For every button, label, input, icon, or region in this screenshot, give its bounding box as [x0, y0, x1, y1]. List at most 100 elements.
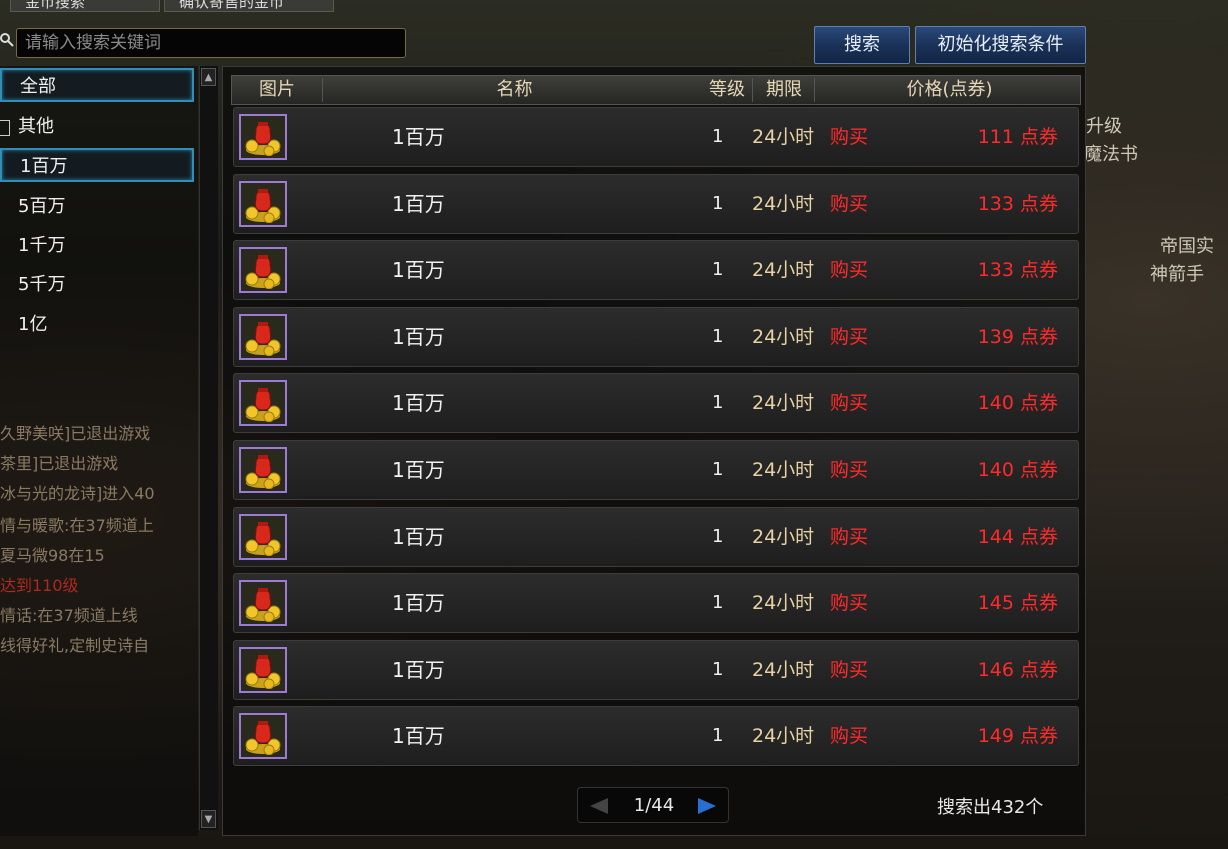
- table-row[interactable]: 1百万 1 24小时 购买 140 点券: [233, 373, 1079, 434]
- item-price: 149 点券: [978, 707, 1058, 765]
- table-row[interactable]: 1百万 1 24小时 购买 145 点券: [233, 573, 1079, 634]
- table-row[interactable]: 1百万 1 24小时 购买 146 点券: [233, 639, 1079, 700]
- header-divider: [752, 78, 753, 102]
- category-label: 1亿: [18, 314, 48, 335]
- result-count: 搜索出432个: [937, 797, 1044, 818]
- item-name: 1百万: [392, 724, 445, 749]
- item-level: 1: [712, 192, 724, 214]
- item-level: 1: [712, 392, 724, 414]
- item-period: 24小时: [752, 525, 815, 548]
- category-100m[interactable]: 1亿: [0, 308, 194, 342]
- buy-button[interactable]: 购买: [830, 308, 868, 366]
- price-unit: 点券: [1019, 658, 1058, 681]
- item-level: 1: [712, 592, 724, 614]
- category-10m[interactable]: 1千万: [0, 229, 194, 263]
- chat-line: 冰与光的龙诗]进入40: [0, 484, 155, 503]
- price-value: 145: [977, 592, 1014, 615]
- scroll-up-icon[interactable]: ▲: [201, 68, 216, 86]
- category-50m[interactable]: 5千万: [0, 268, 194, 302]
- category-other[interactable]: 其他: [0, 110, 194, 144]
- item-period: 24小时: [752, 192, 815, 215]
- header-image: 图片: [259, 79, 295, 100]
- item-price: 140 点券: [978, 374, 1058, 432]
- item-level: 1: [712, 725, 724, 747]
- price-value: 140: [977, 459, 1014, 481]
- top-bar: 金币搜索 确认寄售的金币: [0, 0, 1228, 14]
- gold-coin-bag-icon: [239, 247, 287, 294]
- item-level: 1: [712, 525, 724, 547]
- header-level: 等级: [709, 79, 745, 100]
- buy-button[interactable]: 购买: [830, 175, 868, 233]
- item-level: 1: [712, 658, 724, 680]
- table-row[interactable]: 1百万 1 24小时 购买 139 点券: [233, 306, 1079, 367]
- buy-button[interactable]: 购买: [830, 707, 868, 765]
- buy-button[interactable]: 购买: [830, 641, 868, 699]
- item-period: 24小时: [752, 592, 815, 615]
- item-price: 139 点券: [978, 308, 1058, 366]
- reset-search-button[interactable]: 初始化搜索条件: [915, 26, 1086, 64]
- item-name: 1百万: [392, 258, 445, 283]
- reset-search-button-label: 初始化搜索条件: [937, 34, 1064, 55]
- item-level: 1: [712, 126, 724, 147]
- buy-button[interactable]: 购买: [830, 441, 868, 499]
- item-name: 1百万: [392, 657, 445, 682]
- bg-text-empire: 帝国实: [1160, 236, 1214, 257]
- chat-line: 情话:在37频道上线: [0, 606, 138, 625]
- collapse-icon[interactable]: [0, 120, 10, 136]
- item-name: 1百万: [392, 524, 445, 549]
- scroll-down-icon[interactable]: ▼: [201, 810, 216, 828]
- category-scrollbar[interactable]: ▲ ▼: [199, 66, 218, 830]
- buy-button[interactable]: 购买: [830, 374, 868, 432]
- price-value: 133: [977, 192, 1014, 215]
- item-price: 133 点券: [978, 241, 1058, 299]
- tab-confirm-consignment[interactable]: 确认寄售的金币: [164, 0, 334, 12]
- item-price: 146 点券: [978, 641, 1058, 699]
- chat-line: 久野美咲]已退出游戏: [0, 424, 151, 443]
- item-period: 24小时: [752, 658, 815, 681]
- item-level: 1: [712, 459, 724, 480]
- item-price: 144 点券: [978, 508, 1058, 566]
- gold-coin-bag-icon: [239, 114, 287, 160]
- gold-coin-bag-icon: [239, 713, 287, 760]
- tab-gold-search[interactable]: 金币搜索: [10, 0, 160, 12]
- search-button[interactable]: 搜索: [814, 26, 910, 64]
- price-value: 133: [977, 259, 1014, 282]
- buy-button[interactable]: 购买: [830, 508, 868, 566]
- price-value: 139: [977, 325, 1014, 348]
- buy-button[interactable]: 购买: [830, 574, 868, 632]
- category-all[interactable]: 全部: [0, 68, 194, 102]
- chat-line: 情与暖歌:在37频道上: [0, 516, 154, 535]
- category-1m[interactable]: 1百万: [0, 148, 194, 182]
- table-header: 图片 名称 等级 期限 价格(点券): [231, 75, 1081, 105]
- table-row[interactable]: 1百万 1 24小时 购买 140 点券: [233, 440, 1079, 500]
- buy-button[interactable]: 购买: [830, 108, 868, 166]
- category-5m[interactable]: 5百万: [0, 190, 194, 224]
- price-value: 146: [977, 658, 1014, 681]
- table-row[interactable]: 1百万 1 24小时 购买 111 点券: [233, 107, 1079, 167]
- item-period: 24小时: [752, 459, 815, 481]
- price-unit: 点券: [1019, 525, 1058, 548]
- category-label: 全部: [20, 76, 56, 97]
- right-arrow-icon[interactable]: [696, 797, 718, 815]
- gold-coin-bag-icon: [239, 513, 287, 560]
- bg-text-archer: 神箭手: [1150, 264, 1204, 285]
- listing-panel: 图片 名称 等级 期限 价格(点券) 1百万 1 24小时 购买 111 点券 1百万 1 24…: [222, 66, 1086, 836]
- table-row[interactable]: 1百万 1 24小时 购买 144 点券: [233, 506, 1079, 567]
- price-value: 149: [977, 725, 1014, 748]
- item-name: 1百万: [392, 591, 445, 616]
- item-price: 133 点券: [978, 175, 1058, 233]
- table-row[interactable]: 1百万 1 24小时 购买 133 点券: [233, 173, 1079, 234]
- table-row[interactable]: 1百万 1 24小时 购买 149 点券: [233, 706, 1079, 767]
- category-label: 5百万: [18, 196, 66, 217]
- table-row[interactable]: 1百万 1 24小时 购买 133 点券: [233, 240, 1079, 301]
- search-input[interactable]: [16, 28, 406, 58]
- category-label: 5千万: [18, 274, 66, 295]
- item-price: 145 点券: [978, 574, 1058, 632]
- buy-button[interactable]: 购买: [830, 241, 868, 299]
- price-unit: 点券: [1019, 459, 1058, 481]
- price-unit: 点券: [1019, 325, 1058, 348]
- gold-coin-bag-icon: [239, 380, 287, 427]
- header-price: 价格(点券): [906, 79, 993, 100]
- price-unit: 点券: [1019, 259, 1058, 282]
- item-name: 1百万: [392, 324, 445, 349]
